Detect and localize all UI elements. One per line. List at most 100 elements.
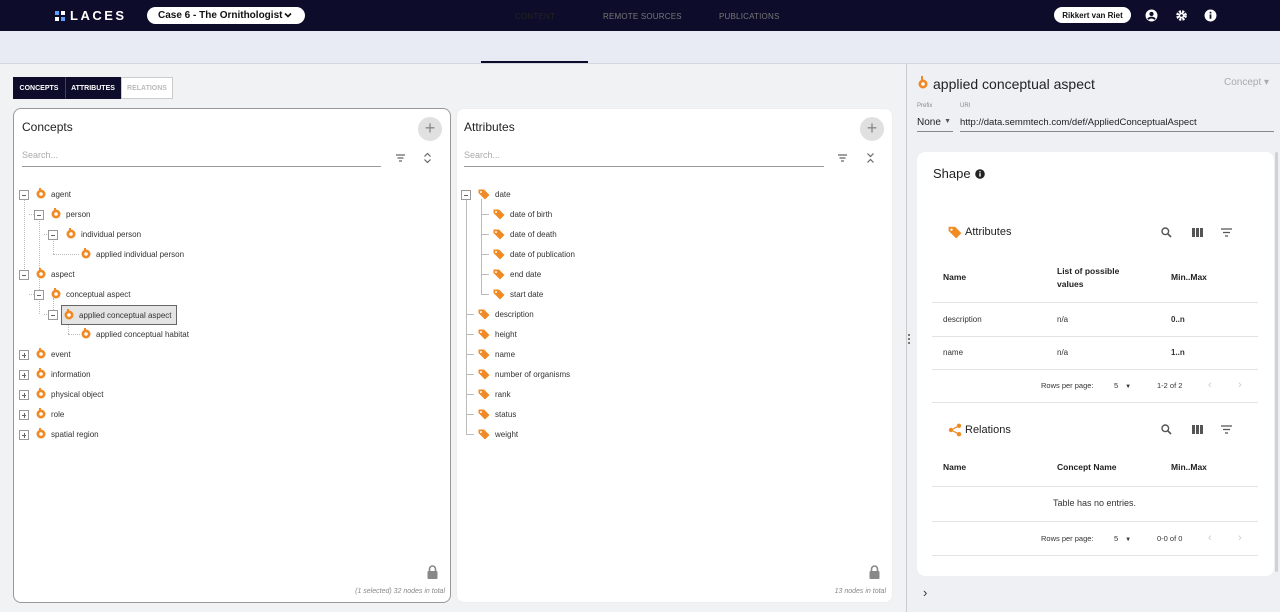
tag-icon [478, 369, 490, 380]
tree-node-concept[interactable]: conceptual aspect [51, 287, 131, 301]
tree-node-attribute[interactable]: date of birth [493, 207, 552, 221]
tree-node-attribute[interactable]: end date [493, 267, 541, 281]
rows-per-page-label: Rows per page: [1041, 534, 1094, 543]
collapse-all-icon[interactable] [866, 152, 875, 164]
column-header-min-max[interactable]: Min..Max [1171, 462, 1207, 472]
cell-min-max: 1..n [1171, 348, 1185, 357]
add-attribute-button[interactable]: + [860, 117, 884, 141]
columns-icon[interactable] [1192, 425, 1203, 434]
tree-node-concept[interactable]: individual person [66, 227, 141, 241]
tree-node-concept[interactable]: agent [36, 187, 71, 201]
column-header-min-max[interactable]: Min..Max [1171, 272, 1207, 282]
lock-icon[interactable] [869, 565, 880, 579]
info-icon[interactable] [975, 169, 985, 179]
add-concept-button[interactable]: + [418, 117, 442, 141]
collapse-toggle-aspect[interactable] [19, 270, 29, 280]
concept-icon [36, 188, 46, 199]
info-icon[interactable] [1204, 9, 1217, 22]
columns-icon[interactable] [1192, 228, 1203, 237]
tree-node-concept[interactable]: information [36, 367, 91, 381]
uri-field[interactable]: http://data.semmtech.com/def/AppliedConc… [960, 117, 1274, 132]
tree-node-attribute[interactable]: rank [478, 387, 511, 401]
column-header-possible-values[interactable]: List of possible values [1057, 265, 1137, 291]
tree-node-attribute[interactable]: status [478, 407, 516, 421]
sort-icon[interactable] [395, 153, 406, 163]
tree-node-attribute[interactable]: height [478, 327, 517, 341]
expand-toggle-event[interactable] [19, 350, 29, 360]
next-page-button[interactable]: › [1238, 532, 1242, 544]
tab-remote-sources[interactable]: REMOTE SOURCES [603, 12, 682, 21]
tree-node-concept[interactable]: applied individual person [81, 247, 184, 261]
tree-node-concept[interactable]: event [36, 347, 71, 361]
attributes-section-title: Attributes [965, 226, 1012, 238]
gear-icon[interactable] [1175, 9, 1188, 22]
collapse-toggle-individual-person[interactable] [48, 230, 58, 240]
tree-node-concept[interactable]: applied conceptual habitat [81, 327, 189, 341]
tree-node-concept[interactable]: physical object [36, 387, 103, 401]
segment-concepts[interactable]: CONCEPTS [13, 77, 65, 99]
tree-node-attribute[interactable]: date of publication [493, 247, 575, 261]
concepts-search-input[interactable]: Search... [22, 150, 381, 167]
pagination-range: 1-2 of 2 [1157, 381, 1183, 390]
prev-page-button[interactable]: ‹ [1208, 532, 1212, 544]
rows-per-page-select[interactable]: 5 ▼ [1114, 381, 1131, 390]
expand-toggle-spatial-region[interactable] [19, 430, 29, 440]
account-icon[interactable] [1145, 9, 1158, 22]
tree-node-attribute[interactable]: date of death [493, 227, 557, 241]
expand-collapse-icon[interactable] [423, 152, 432, 164]
collapse-toggle-conceptual-aspect[interactable] [34, 290, 44, 300]
expand-panel-chevron-icon[interactable]: › [923, 585, 927, 600]
lock-icon[interactable] [427, 565, 438, 579]
column-header-name[interactable]: Name [943, 462, 966, 472]
collapse-toggle-agent[interactable] [19, 190, 29, 200]
tree-node-concept[interactable]: spatial region [36, 427, 99, 441]
collapse-toggle-applied-conceptual-aspect[interactable] [48, 310, 58, 320]
tree-node-concept-selected[interactable]: applied conceptual aspect [61, 305, 177, 325]
project-selector[interactable]: Case 6 - The Ornithologist [147, 7, 305, 24]
prefix-select[interactable]: None ▼ [917, 117, 953, 132]
shape-card [917, 152, 1274, 576]
app-logo[interactable]: LACES [55, 8, 127, 23]
scrollbar[interactable] [1275, 152, 1278, 572]
tree-node-attribute[interactable]: weight [478, 427, 518, 441]
tree-node-attribute[interactable]: date [478, 187, 511, 201]
segment-relations[interactable]: RELATIONS [121, 77, 173, 99]
filter-icon[interactable] [1221, 228, 1232, 237]
expand-toggle-physical-object[interactable] [19, 390, 29, 400]
entity-kind-select[interactable]: Concept ▾ [1224, 77, 1269, 88]
prev-page-button[interactable]: ‹ [1208, 379, 1212, 391]
tag-icon [478, 349, 490, 360]
tree-node-concept[interactable]: role [36, 407, 64, 421]
chevron-down-icon [284, 12, 292, 18]
cell-name: name [943, 348, 964, 357]
user-button[interactable]: Rikkert van Riet [1054, 7, 1131, 23]
filter-icon[interactable] [1221, 425, 1232, 434]
attributes-search-input[interactable]: Search... [464, 150, 824, 167]
search-icon[interactable] [1161, 424, 1172, 435]
expand-toggle-role[interactable] [19, 410, 29, 420]
tree-node-attribute[interactable]: description [478, 307, 534, 321]
tree-node-attribute[interactable]: number of organisms [478, 367, 570, 381]
tree-node-concept[interactable]: aspect [36, 267, 75, 281]
collapse-toggle-person[interactable] [34, 210, 44, 220]
user-name: Rikkert van Riet [1062, 10, 1123, 20]
segment-attributes[interactable]: ATTRIBUTES [65, 77, 121, 99]
attributes-panel [456, 108, 893, 603]
tree-node-attribute[interactable]: start date [493, 287, 543, 301]
next-page-button[interactable]: › [1238, 379, 1242, 391]
expand-toggle-information[interactable] [19, 370, 29, 380]
tag-icon [478, 189, 490, 200]
tab-content[interactable]: CONTENT [515, 12, 555, 21]
tree-node-attribute[interactable]: name [478, 347, 515, 361]
drag-handle-icon[interactable] [907, 333, 911, 345]
column-header-name[interactable]: Name [943, 272, 966, 282]
search-icon[interactable] [1161, 227, 1172, 238]
sort-icon[interactable] [837, 153, 848, 163]
prefix-label: Prefix [917, 103, 933, 109]
rows-per-page-select[interactable]: 5 ▼ [1114, 534, 1131, 543]
column-header-concept-name[interactable]: Concept Name [1057, 462, 1117, 472]
app-name: LACES [70, 8, 127, 23]
tree-node-concept[interactable]: person [51, 207, 90, 221]
tab-publications[interactable]: PUBLICATIONS [719, 12, 780, 21]
collapse-toggle-date[interactable] [461, 190, 471, 200]
